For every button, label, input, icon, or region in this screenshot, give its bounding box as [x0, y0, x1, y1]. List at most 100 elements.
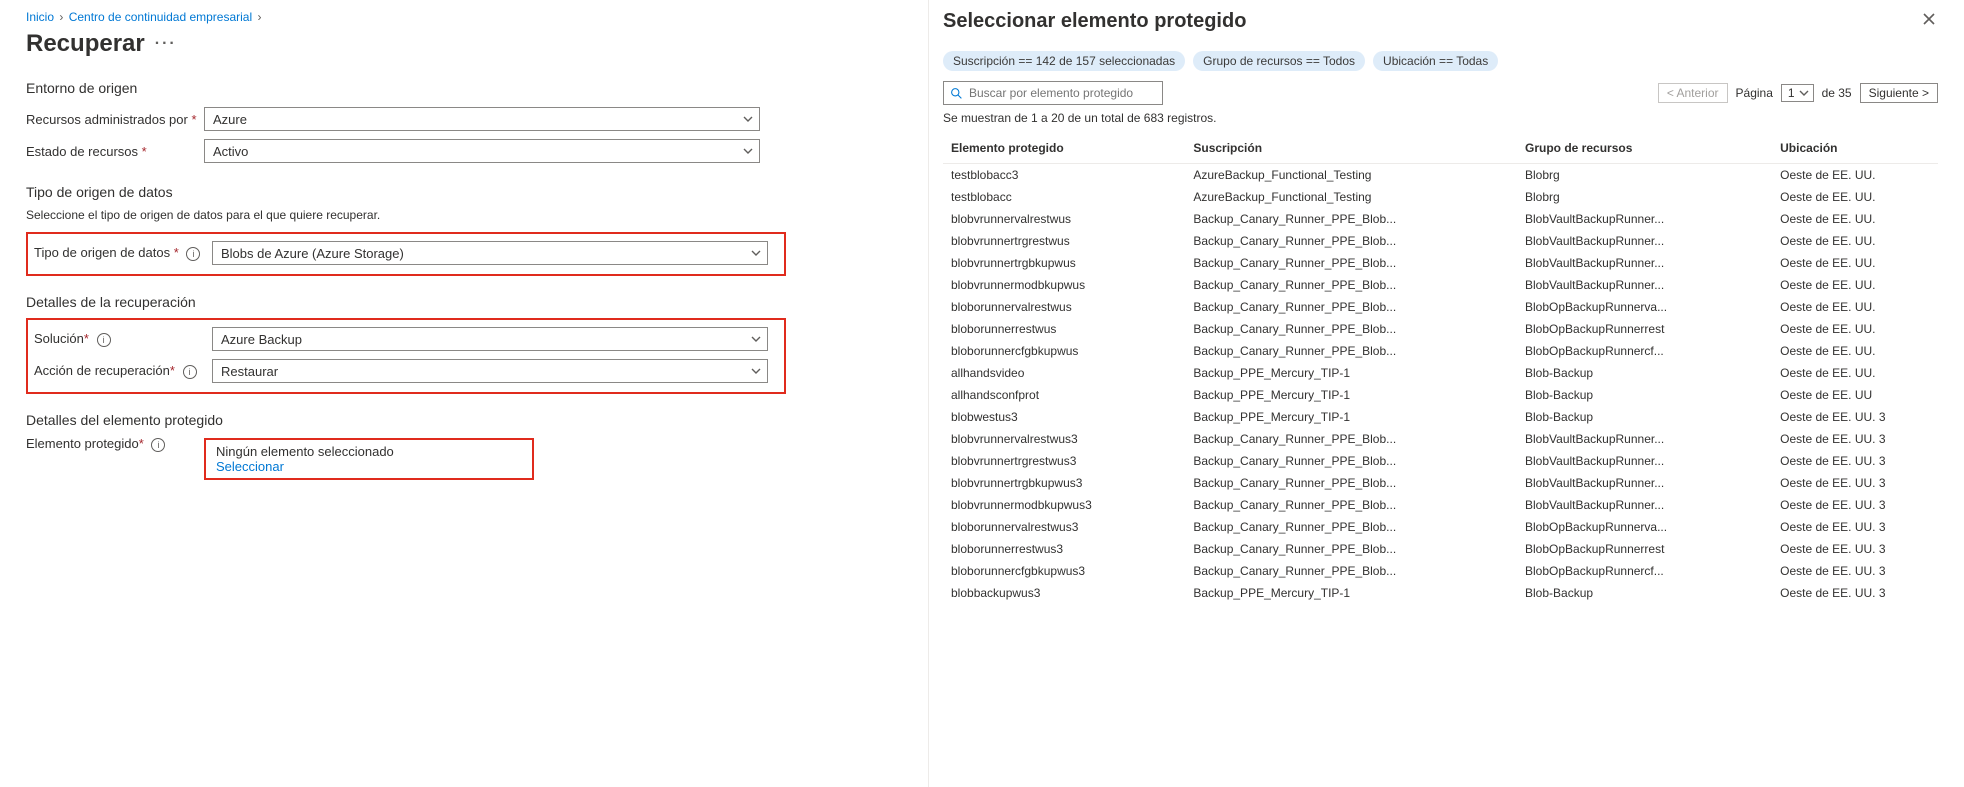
filter-pill-row: Suscripción == 142 de 157 seleccionadas …: [943, 51, 1938, 71]
cell-sub: Backup_Canary_Runner_PPE_Blob...: [1185, 252, 1517, 274]
solution-select[interactable]: Azure Backup: [212, 327, 768, 351]
page-select[interactable]: 1: [1781, 84, 1814, 102]
cell-rg: Blobrg: [1517, 186, 1772, 208]
col-header-sub[interactable]: Suscripción: [1185, 135, 1517, 164]
cell-loc: Oeste de EE. UU. 3: [1772, 494, 1938, 516]
info-icon[interactable]: i: [183, 365, 197, 379]
page-of-text: de 35: [1822, 86, 1852, 100]
table-row[interactable]: allhandsvideoBackup_PPE_Mercury_TIP-1Blo…: [943, 362, 1938, 384]
cell-sub: Backup_Canary_Runner_PPE_Blob...: [1185, 318, 1517, 340]
table-row[interactable]: blobvrunnertrgbkupwus3Backup_Canary_Runn…: [943, 472, 1938, 494]
table-row[interactable]: bloborunnervalrestwus3Backup_Canary_Runn…: [943, 516, 1938, 538]
table-row[interactable]: blobvrunnervalrestwusBackup_Canary_Runne…: [943, 208, 1938, 230]
table-row[interactable]: blobvrunnermodbkupwus3Backup_Canary_Runn…: [943, 494, 1938, 516]
cell-sub: Backup_Canary_Runner_PPE_Blob...: [1185, 494, 1517, 516]
action-label: Acción de recuperación* i: [34, 363, 212, 379]
managed-by-label: Recursos administrados por *: [26, 112, 204, 127]
cell-loc: Oeste de EE. UU.: [1772, 252, 1938, 274]
results-caption: Se muestran de 1 a 20 de un total de 683…: [943, 111, 1938, 125]
chevron-down-icon: [751, 334, 761, 344]
table-row[interactable]: blobvrunnervalrestwus3Backup_Canary_Runn…: [943, 428, 1938, 450]
table-row[interactable]: testblobacc3AzureBackup_Functional_Testi…: [943, 164, 1938, 187]
cell-name: bloborunnervalrestwus3: [943, 516, 1185, 538]
cell-name: blobwestus3: [943, 406, 1185, 428]
chevron-right-icon: ›: [59, 10, 63, 24]
filter-pill-resource-group[interactable]: Grupo de recursos == Todos: [1193, 51, 1365, 71]
cell-loc: Oeste de EE. UU.: [1772, 296, 1938, 318]
breadcrumb-home[interactable]: Inicio: [26, 10, 54, 24]
cell-name: allhandsconfprot: [943, 384, 1185, 406]
prev-page-button[interactable]: < Anterior: [1658, 83, 1728, 103]
cell-loc: Oeste de EE. UU. 3: [1772, 428, 1938, 450]
resource-state-select[interactable]: Activo: [204, 139, 760, 163]
col-header-name[interactable]: Elemento protegido: [943, 135, 1185, 164]
select-protected-panel: Seleccionar elemento protegido Suscripci…: [928, 0, 1964, 787]
info-icon[interactable]: i: [186, 247, 200, 261]
cell-sub: Backup_Canary_Runner_PPE_Blob...: [1185, 560, 1517, 582]
table-row[interactable]: blobvrunnertrgbkupwusBackup_Canary_Runne…: [943, 252, 1938, 274]
cell-loc: Oeste de EE. UU.: [1772, 362, 1938, 384]
cell-rg: BlobVaultBackupRunner...: [1517, 252, 1772, 274]
next-page-button[interactable]: Siguiente >: [1860, 83, 1938, 103]
cell-loc: Oeste de EE. UU. 3: [1772, 406, 1938, 428]
protected-label: Elemento protegido* i: [26, 436, 204, 452]
filter-pill-subscription[interactable]: Suscripción == 142 de 157 seleccionadas: [943, 51, 1185, 71]
table-row[interactable]: blobwestus3Backup_PPE_Mercury_TIP-1Blob-…: [943, 406, 1938, 428]
cell-rg: Blob-Backup: [1517, 406, 1772, 428]
panel-title: Seleccionar elemento protegido: [943, 10, 1938, 33]
cell-loc: Oeste de EE. UU.: [1772, 186, 1938, 208]
protected-highlight-box: Ningún elemento seleccionado Seleccionar: [204, 438, 534, 480]
info-icon[interactable]: i: [97, 333, 111, 347]
table-row[interactable]: bloborunnerrestwusBackup_Canary_Runner_P…: [943, 318, 1938, 340]
cell-name: bloborunnervalrestwus: [943, 296, 1185, 318]
table-row[interactable]: blobvrunnermodbkupwusBackup_Canary_Runne…: [943, 274, 1938, 296]
col-header-loc[interactable]: Ubicación: [1772, 135, 1938, 164]
more-actions-button[interactable]: ···: [155, 35, 177, 53]
table-row[interactable]: allhandsconfprotBackup_PPE_Mercury_TIP-1…: [943, 384, 1938, 406]
info-icon[interactable]: i: [151, 438, 165, 452]
cell-rg: BlobVaultBackupRunner...: [1517, 208, 1772, 230]
cell-loc: Oeste de EE. UU. 3: [1772, 560, 1938, 582]
table-row[interactable]: blobbackupwus3Backup_PPE_Mercury_TIP-1Bl…: [943, 582, 1938, 604]
cell-sub: Backup_PPE_Mercury_TIP-1: [1185, 406, 1517, 428]
action-select[interactable]: Restaurar: [212, 359, 768, 383]
filter-pill-location[interactable]: Ubicación == Todas: [1373, 51, 1498, 71]
chevron-down-icon: [743, 146, 753, 156]
cell-name: testblobacc: [943, 186, 1185, 208]
cell-loc: Oeste de EE. UU: [1772, 384, 1938, 406]
close-icon[interactable]: [1922, 12, 1936, 29]
cell-sub: AzureBackup_Functional_Testing: [1185, 164, 1517, 187]
cell-sub: Backup_Canary_Runner_PPE_Blob...: [1185, 450, 1517, 472]
cell-loc: Oeste de EE. UU.: [1772, 164, 1938, 187]
table-row[interactable]: testblobaccAzureBackup_Functional_Testin…: [943, 186, 1938, 208]
managed-by-select[interactable]: Azure: [204, 107, 760, 131]
cell-rg: BlobVaultBackupRunner...: [1517, 494, 1772, 516]
cell-loc: Oeste de EE. UU. 3: [1772, 582, 1938, 604]
cell-sub: Backup_Canary_Runner_PPE_Blob...: [1185, 296, 1517, 318]
table-row[interactable]: blobvrunnertrgrestwusBackup_Canary_Runne…: [943, 230, 1938, 252]
cell-rg: BlobOpBackupRunnercf...: [1517, 560, 1772, 582]
cell-sub: Backup_Canary_Runner_PPE_Blob...: [1185, 472, 1517, 494]
protected-none-text: Ningún elemento seleccionado: [216, 444, 522, 459]
cell-name: bloborunnerrestwus3: [943, 538, 1185, 560]
table-row[interactable]: bloborunnervalrestwusBackup_Canary_Runne…: [943, 296, 1938, 318]
chevron-down-icon: [743, 114, 753, 124]
dstype-select[interactable]: Blobs de Azure (Azure Storage): [212, 241, 768, 265]
cell-name: blobbackupwus3: [943, 582, 1185, 604]
chevron-down-icon: [1799, 88, 1809, 98]
table-row[interactable]: blobvrunnertrgrestwus3Backup_Canary_Runn…: [943, 450, 1938, 472]
cell-name: blobvrunnervalrestwus: [943, 208, 1185, 230]
search-input[interactable]: [969, 86, 1156, 100]
cell-sub: Backup_Canary_Runner_PPE_Blob...: [1185, 208, 1517, 230]
cell-rg: BlobVaultBackupRunner...: [1517, 450, 1772, 472]
table-row[interactable]: bloborunnerrestwus3Backup_Canary_Runner_…: [943, 538, 1938, 560]
select-protected-link[interactable]: Seleccionar: [216, 459, 522, 474]
cell-loc: Oeste de EE. UU. 3: [1772, 538, 1938, 560]
cell-rg: BlobOpBackupRunnercf...: [1517, 340, 1772, 362]
table-row[interactable]: bloborunnercfgbkupwusBackup_Canary_Runne…: [943, 340, 1938, 362]
breadcrumb-center[interactable]: Centro de continuidad empresarial: [69, 10, 252, 24]
col-header-rg[interactable]: Grupo de recursos: [1517, 135, 1772, 164]
cell-loc: Oeste de EE. UU.: [1772, 230, 1938, 252]
table-row[interactable]: bloborunnercfgbkupwus3Backup_Canary_Runn…: [943, 560, 1938, 582]
search-box[interactable]: [943, 81, 1163, 105]
